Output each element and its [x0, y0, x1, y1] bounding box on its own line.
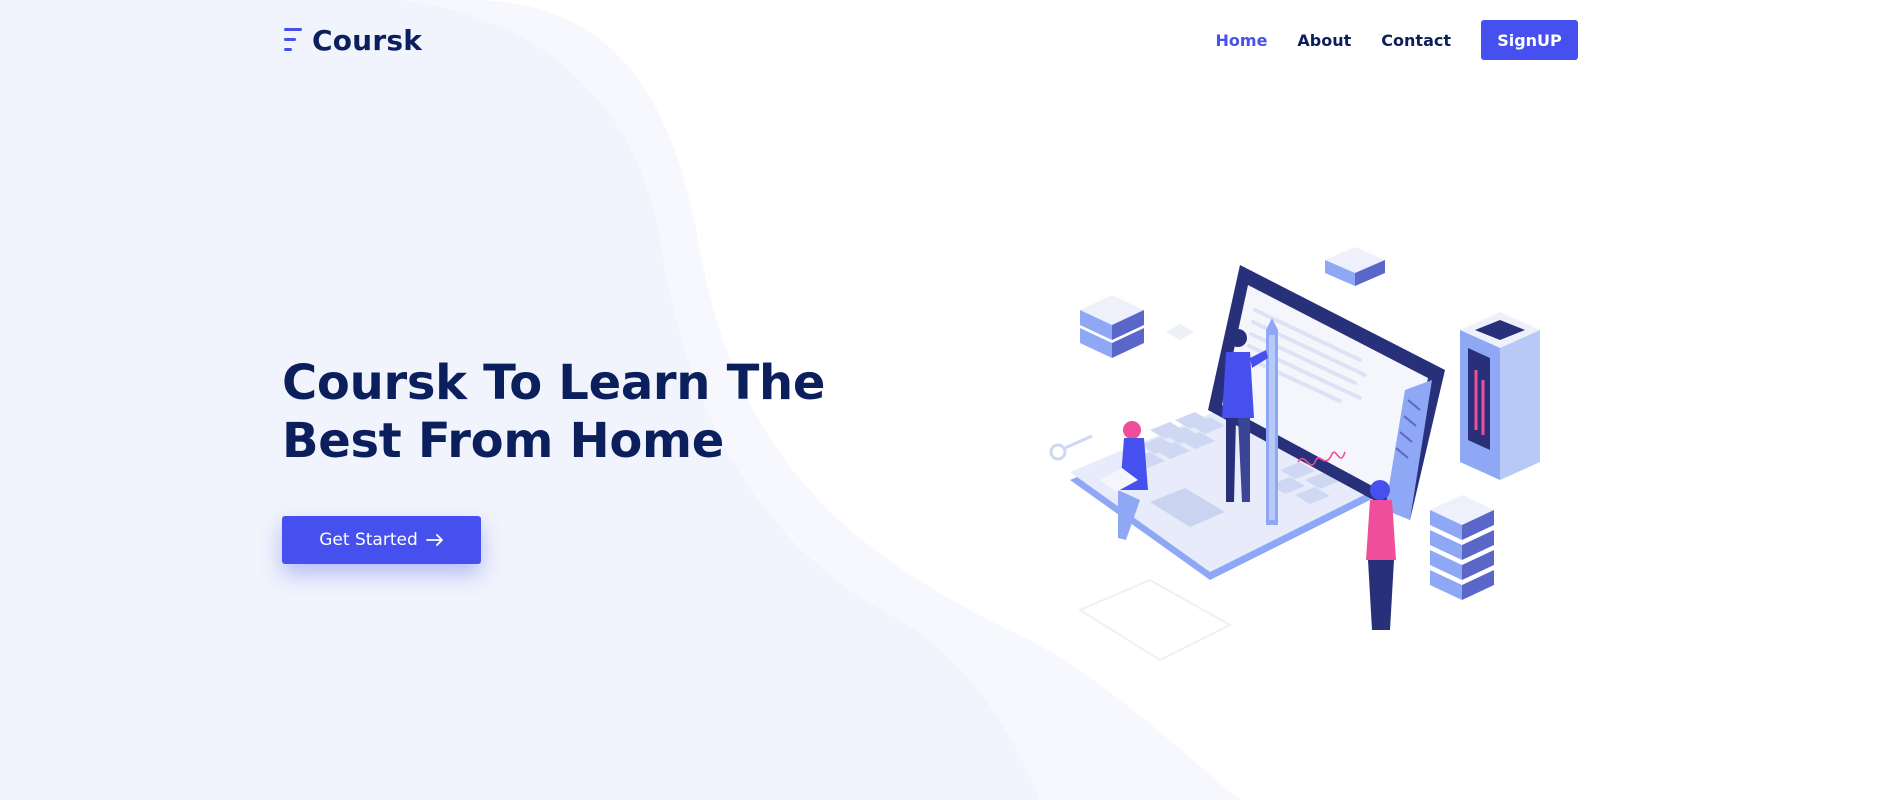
signup-button[interactable]: SignUP — [1481, 20, 1578, 60]
nav-link-home[interactable]: Home — [1216, 31, 1268, 50]
nav-menu: Home About Contact SignUP — [1186, 20, 1578, 60]
logo[interactable]: Coursk — [282, 23, 422, 57]
get-started-label: Get Started — [319, 530, 418, 550]
navbar: Coursk Home About Contact SignUP — [0, 0, 1878, 80]
logo-text: Coursk — [312, 23, 423, 57]
logo-icon — [284, 28, 302, 51]
arrow-right-icon — [425, 534, 443, 546]
nav-link-about[interactable]: About — [1297, 31, 1351, 50]
isometric-online-learning-illustration — [1049, 247, 1540, 662]
nav-link-contact[interactable]: Contact — [1381, 31, 1451, 50]
get-started-button[interactable]: Get Started — [282, 516, 481, 564]
hero-title: Coursk To Learn The Best From Home — [282, 355, 826, 469]
